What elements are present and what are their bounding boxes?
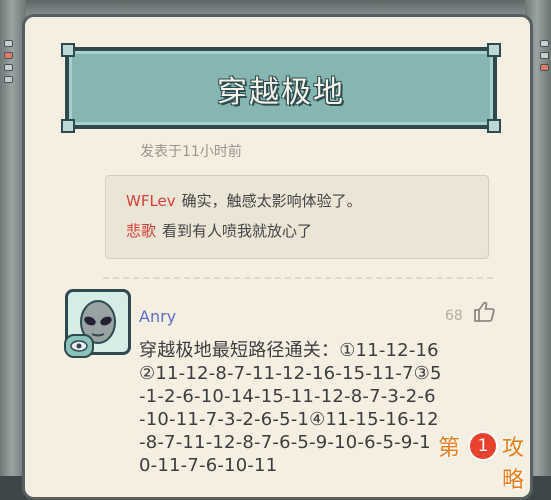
indicator-light	[4, 52, 13, 59]
comment-line: ②11-12-8-7-11-12-16-15-11-7③5	[139, 363, 442, 384]
banner-rivet	[61, 43, 75, 57]
indicator-light	[4, 76, 13, 83]
reply-item: 悲歌 看到有人喷我就放心了	[126, 220, 312, 241]
comment-line: 穿越极地最短路径通关：①11-12-16	[139, 340, 439, 361]
badge-icon	[64, 334, 94, 358]
reply-preview-box[interactable]: WFLev 确实，触感太影响体验了。 悲歌 看到有人喷我就放心了	[105, 175, 489, 259]
comment-line: -8-7-11-12-8-7-6-5-9-10-6-5-9-1	[139, 432, 431, 453]
comment-line: 0-11-7-6-10-11	[139, 455, 278, 476]
banner-rivet	[487, 43, 501, 57]
watermark-text: 攻略	[502, 436, 525, 493]
comment-line: -1-2-6-10-14-15-11-12-8-7-3-2-6	[139, 386, 436, 407]
comment-username[interactable]: Anry	[139, 307, 176, 326]
indicator-light	[540, 40, 549, 47]
like-count: 68	[445, 308, 463, 324]
reply-author[interactable]: WFLev	[126, 192, 176, 210]
page-title: 穿越极地	[217, 75, 345, 110]
post-timestamp: 发表于11小时前	[140, 144, 242, 160]
banner-rivet	[487, 119, 501, 133]
title-banner: 穿越极地	[61, 43, 501, 133]
banner-rivet	[61, 119, 75, 133]
comment-body: 穿越极地最短路径通关：①11-12-16 ②11-12-8-7-11-12-16…	[139, 339, 519, 477]
indicator-light	[540, 52, 549, 59]
indicator-light	[4, 40, 13, 47]
watermark-number: 1	[470, 433, 496, 459]
reply-text: 确实，触感太影响体验了。	[181, 192, 362, 210]
indicator-light	[540, 64, 549, 71]
thumbs-up-icon[interactable]	[473, 300, 497, 324]
avatar[interactable]	[64, 289, 131, 358]
watermark-text: 第	[438, 436, 461, 461]
divider	[103, 277, 493, 279]
reply-item: WFLev 确实，触感太影响体验了。	[126, 190, 362, 211]
comment-line: -10-11-7-3-2-6-5-1④11-15-16-12	[139, 409, 439, 430]
reply-text: 看到有人喷我就放心了	[162, 222, 313, 240]
post-card: 穿越极地 发表于11小时前 WFLev 确实，触感太影响体验了。 悲歌 看到有人喷我…	[22, 14, 533, 500]
reply-author[interactable]: 悲歌	[126, 222, 156, 240]
indicator-light	[4, 64, 13, 71]
